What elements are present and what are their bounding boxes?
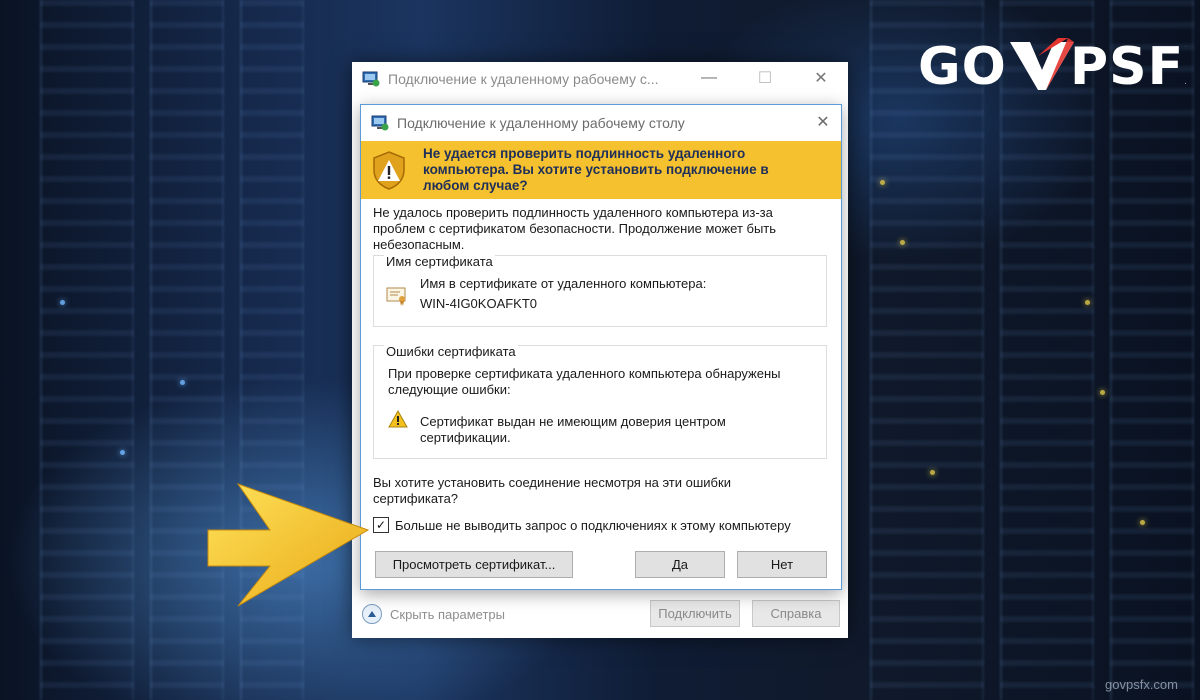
govpsfx-logo: GO PSFX [918, 37, 1186, 92]
server-rack [40, 0, 134, 700]
view-certificate-button[interactable]: Просмотреть сертификат... [375, 551, 573, 578]
pointer-arrow-graphic [207, 483, 370, 607]
status-led [1085, 300, 1090, 305]
warning-banner: Не удается проверить подлинность удаленн… [361, 141, 841, 199]
maximize-button[interactable]: ☐ [742, 62, 788, 94]
status-led [60, 300, 65, 305]
status-led [880, 180, 885, 185]
close-button[interactable]: ✕ [798, 62, 844, 94]
group-title: Ошибки сертификата [384, 344, 518, 359]
connect-question: Вы хотите установить соединение несмотря… [373, 475, 731, 506]
server-rack [870, 0, 984, 700]
dialog-title: Подключение к удаленному рабочему столу [397, 115, 685, 131]
certificate-warning-dialog: Подключение к удаленному рабочему столу … [360, 104, 842, 590]
certificate-icon [386, 287, 406, 306]
dialog-title-bar: Подключение к удаленному рабочему столу [361, 105, 841, 141]
status-led [1140, 520, 1145, 525]
dialog-close-button[interactable]: ✕ [813, 113, 833, 133]
connect-button[interactable]: Подключить [650, 600, 740, 627]
minimize-button[interactable]: — [686, 62, 732, 94]
intro-text: Не удалось проверить подлинность удаленн… [373, 205, 777, 252]
server-rack [1000, 0, 1094, 700]
cert-errors-description: При проверке сертификата удаленного комп… [388, 366, 781, 397]
logo-text-left: GO [918, 37, 1007, 92]
dont-ask-again-row[interactable]: ✓ Больше не выводить запрос о подключени… [373, 517, 791, 533]
warning-banner-text: Не удается проверить подлинность удаленн… [423, 146, 769, 193]
dont-ask-again-checkbox[interactable]: ✓ [373, 517, 389, 533]
logo-v-mark [1010, 38, 1074, 90]
yes-button[interactable]: Да [635, 551, 725, 578]
watermark: govpsfx.com [1105, 677, 1178, 692]
hide-options-toggle[interactable]: Скрыть параметры [362, 604, 505, 624]
status-led [180, 380, 185, 385]
hide-options-label: Скрыть параметры [390, 606, 505, 622]
cert-name-label: Имя в сертификате от удаленного компьюте… [420, 276, 707, 291]
certificate-errors-group: Ошибки сертификата При проверке сертифик… [373, 344, 827, 459]
cert-error-text: Сертификат выдан не имеющим доверия цент… [420, 414, 726, 445]
status-led [120, 450, 125, 455]
certificate-name-group: Имя сертификата Имя в сертификате от уда… [373, 254, 827, 327]
status-led [930, 470, 935, 475]
remote-desktop-icon [362, 71, 380, 87]
outer-window-title: Подключение к удаленному рабочему с... [388, 71, 659, 87]
dont-ask-again-label[interactable]: Больше не выводить запрос о подключениях… [395, 518, 791, 533]
server-rack [1110, 0, 1194, 700]
no-button[interactable]: Нет [737, 551, 827, 578]
remote-desktop-icon [371, 115, 389, 131]
cert-name-value: WIN-4IG0KOAFKT0 [420, 296, 538, 311]
help-button[interactable]: Справка [752, 600, 840, 627]
group-title: Имя сертификата [384, 254, 495, 269]
warning-icon [388, 410, 408, 428]
shield-warning-icon [373, 151, 405, 190]
status-led [900, 240, 905, 245]
status-led [1100, 390, 1105, 395]
logo-text-right: PSFX [1070, 37, 1186, 92]
